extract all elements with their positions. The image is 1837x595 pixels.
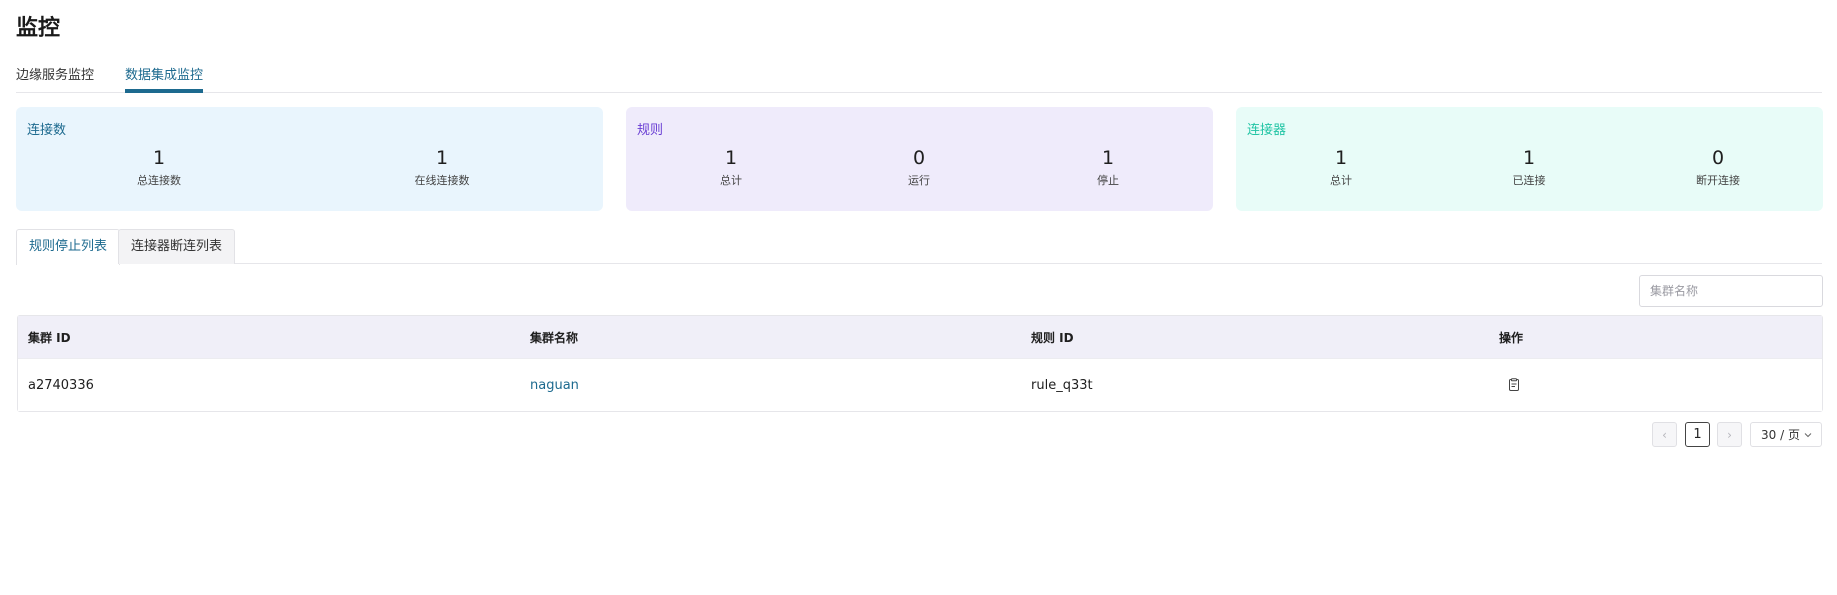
stat-value: 0	[1711, 147, 1725, 169]
table-header: 集群 ID 集群名称 规则 ID 操作	[18, 316, 1822, 358]
connectors-card-title: 连接器	[1247, 123, 1287, 138]
stat-label: 已连接	[1512, 174, 1546, 187]
cluster-name-link[interactable]: naguan	[530, 359, 579, 411]
stat-label: 断开连接	[1696, 174, 1740, 187]
tab-edge-service-monitor[interactable]: 边缘服务监控	[16, 64, 94, 93]
stat-label: 在线连接数	[414, 174, 470, 187]
stat-value: 1	[435, 147, 449, 169]
rule-stopped-table: 集群 ID 集群名称 规则 ID 操作 a2740336 naguan rule…	[17, 315, 1823, 412]
cell-action	[1499, 359, 1521, 411]
stat-rules-running: 0 运行	[829, 147, 1009, 188]
page-size-value: 30 / 页	[1761, 428, 1800, 442]
chevron-right-icon[interactable]: ›	[1717, 422, 1742, 447]
stat-total-connections: 1 总连接数	[69, 147, 249, 188]
list-tab-bar: 规则停止列表 连接器断连列表	[16, 229, 1822, 265]
stat-connectors-disconnected: 0 断开连接	[1628, 147, 1808, 188]
stat-connectors-connected: 1 已连接	[1439, 147, 1619, 188]
stat-value: 1	[1334, 147, 1348, 169]
stat-value: 1	[724, 147, 738, 169]
connectors-card: 连接器 1 总计 1 已连接 0 断开连接	[1236, 107, 1823, 211]
top-tab-bar: 边缘服务监控 数据集成监控	[16, 60, 1822, 93]
page-number-current[interactable]: 1	[1685, 422, 1710, 447]
column-header-rule-id: 规则 ID	[1031, 330, 1074, 345]
stat-value: 0	[912, 147, 926, 169]
stat-rules-total: 1 总计	[641, 147, 821, 188]
column-header-cluster-name: 集群名称	[530, 330, 579, 345]
table-row: a2740336 naguan rule_q33t	[18, 358, 1822, 411]
stat-label: 总计	[1330, 174, 1352, 187]
connections-card-title: 连接数	[27, 123, 67, 138]
stat-value: 1	[1101, 147, 1115, 169]
chevron-down-icon	[1803, 430, 1813, 440]
page-size-select[interactable]: 30 / 页	[1750, 422, 1822, 447]
cell-rule-id: rule_q33t	[1031, 377, 1093, 393]
clipboard-icon[interactable]	[1507, 378, 1521, 392]
stat-label: 停止	[1097, 174, 1119, 187]
stat-rules-stopped: 1 停止	[1018, 147, 1198, 188]
column-header-action: 操作	[1499, 330, 1524, 345]
connections-card: 连接数 1 总连接数 1 在线连接数	[16, 107, 603, 211]
tab-connector-disconnected-list[interactable]: 连接器断连列表	[118, 229, 236, 264]
rules-card-title: 规则	[637, 123, 664, 138]
stat-label: 运行	[908, 174, 930, 187]
cluster-name-search-input[interactable]	[1639, 275, 1823, 307]
page-title: 监控	[16, 16, 61, 41]
stat-online-connections: 1 在线连接数	[352, 147, 532, 188]
column-header-cluster-id: 集群 ID	[28, 330, 71, 345]
stat-label: 总连接数	[137, 174, 181, 187]
chevron-left-icon[interactable]: ‹	[1652, 422, 1677, 447]
stat-value: 1	[1522, 147, 1536, 169]
stat-value: 1	[152, 147, 166, 169]
stat-connectors-total: 1 总计	[1251, 147, 1431, 188]
rules-card: 规则 1 总计 0 运行 1 停止	[626, 107, 1213, 211]
stat-label: 总计	[720, 174, 742, 187]
tab-rule-stopped-list[interactable]: 规则停止列表	[16, 229, 121, 265]
cell-cluster-id: a2740336	[28, 377, 94, 393]
tab-data-integration-monitor[interactable]: 数据集成监控	[125, 64, 204, 93]
